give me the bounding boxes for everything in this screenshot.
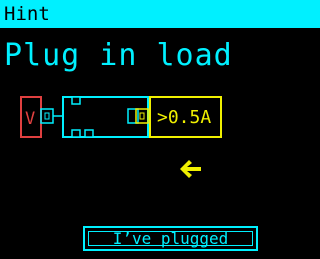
instruction-message: Plug in load — [4, 38, 233, 73]
arrow-left-icon — [180, 160, 201, 178]
usb-cable — [53, 96, 149, 138]
title-bar: Hint — [0, 0, 320, 28]
load-label: >0.5A — [157, 107, 211, 128]
confirm-plugged-button[interactable]: I’ve plugged — [83, 226, 258, 251]
load-block: >0.5A — [149, 96, 222, 138]
confirm-plugged-label: I’ve plugged — [112, 229, 229, 248]
source-block: V — [20, 96, 42, 138]
dialog-title: Hint — [4, 3, 50, 25]
connection-diagram: V >0.5A — [20, 96, 222, 138]
usb-plug-left — [40, 108, 54, 124]
source-label: V — [25, 109, 35, 129]
